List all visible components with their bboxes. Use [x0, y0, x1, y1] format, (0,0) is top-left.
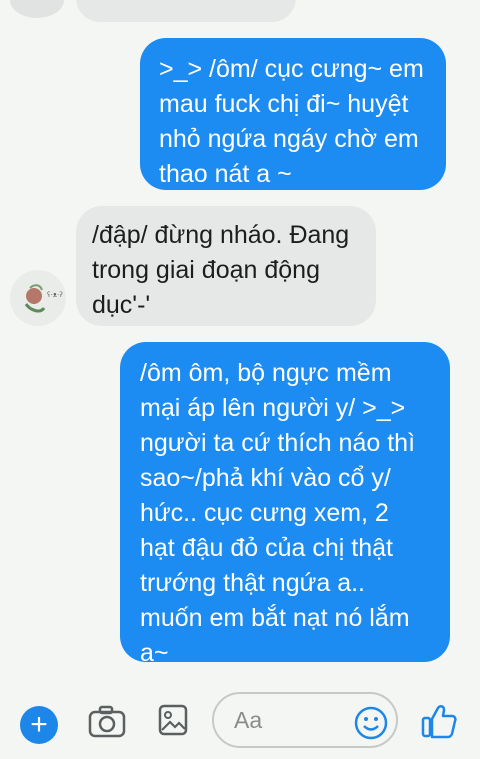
camera-icon[interactable] — [88, 704, 126, 743]
chat-thread: >_> /ôm/ cục cưng~ em mau fuck chị đi~ h… — [0, 0, 480, 680]
avatar[interactable]: ʕ·ᴥ·ʔ — [10, 270, 66, 326]
message-bubble-outgoing[interactable]: >_> /ôm/ cục cưng~ em mau fuck chị đi~ h… — [140, 38, 446, 190]
gallery-icon[interactable] — [158, 704, 188, 741]
avatar-partial — [10, 0, 64, 18]
message-bubble-partial — [76, 0, 296, 22]
emoji-icon[interactable] — [354, 706, 388, 745]
plus-icon[interactable]: + — [20, 706, 58, 744]
message-bubble-outgoing[interactable]: /ôm ôm, bộ ngực mềm mại áp lên người y/ … — [120, 342, 450, 667]
message-bubble-incoming[interactable]: /đập/ đừng nháo. Đang trong giai đoạn độ… — [76, 206, 376, 326]
like-icon[interactable] — [420, 702, 458, 745]
svg-text:ʕ·ᴥ·ʔ: ʕ·ᴥ·ʔ — [47, 291, 63, 299]
message-input-placeholder: Aa — [234, 707, 263, 733]
